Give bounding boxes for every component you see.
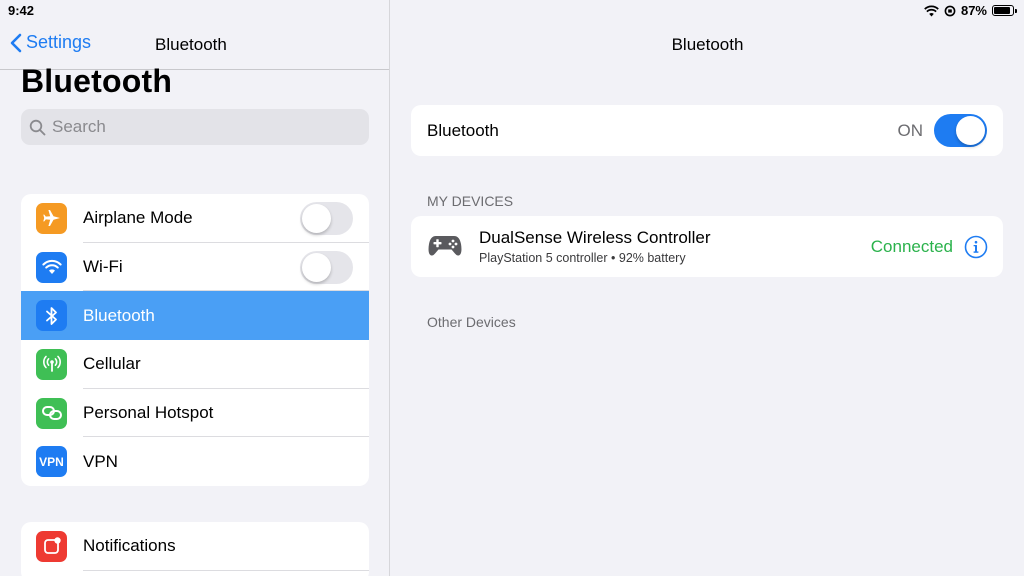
hotspot-link-icon — [36, 397, 67, 429]
bluetooth-toggle-row: Bluetooth ON — [411, 105, 1003, 156]
sidebar-item-label: Airplane Mode — [83, 208, 193, 228]
my-devices-header: My Devices — [427, 193, 514, 209]
status-time: 9:42 — [8, 3, 35, 18]
status-bar: 9:42 87% — [0, 0, 1024, 22]
game-controller-icon — [428, 236, 462, 256]
airplane-icon — [36, 202, 67, 234]
bluetooth-toggle[interactable] — [934, 114, 987, 147]
sidebar-item-notifications[interactable]: Notifications — [21, 522, 369, 571]
sidebar-large-title: Bluetooth — [21, 63, 173, 99]
notifications-icon — [36, 530, 67, 562]
bluetooth-state-text: ON — [897, 120, 924, 140]
sidebar-nav-title: Bluetooth — [155, 35, 227, 54]
other-devices-header: Other Devices — [427, 314, 516, 330]
sidebar-item-cellular[interactable]: Cellular — [21, 340, 369, 389]
sidebar-item-label: Bluetooth — [83, 305, 155, 325]
settings-group-connectivity: Airplane Mode Wi-Fi Bluetooth Cellular P… — [21, 194, 369, 487]
sidebar-item-wifi[interactable]: Wi-Fi — [21, 243, 369, 292]
sidebar-item-label: VPN — [83, 451, 118, 471]
search-icon — [29, 119, 46, 135]
device-row[interactable]: DualSense Wireless Controller PlayStatio… — [411, 216, 1003, 277]
search-field[interactable] — [21, 109, 369, 145]
battery-level — [994, 7, 1010, 14]
airplane-mode-toggle[interactable] — [300, 201, 353, 235]
battery-percent: 87% — [960, 3, 987, 18]
sidebar-item-label: Cellular — [83, 354, 141, 374]
sidebar-item-label: Notifications — [83, 536, 176, 556]
vpn-icon: VPN — [36, 446, 67, 478]
settings-sidebar: Settings Bluetooth Bluetooth Airplane Mo… — [0, 0, 390, 576]
sidebar-item-label: Wi-Fi — [83, 257, 123, 277]
bluetooth-icon — [36, 300, 67, 332]
sidebar-item-personal-hotspot[interactable]: Personal Hotspot — [21, 389, 369, 438]
toggle-knob — [302, 252, 331, 282]
wifi-icon — [36, 251, 67, 283]
toggle-knob — [302, 203, 331, 233]
wifi-toggle[interactable] — [300, 250, 353, 284]
wifi-signal-icon — [924, 4, 939, 16]
info-icon[interactable] — [964, 235, 988, 259]
back-button-label: Settings — [26, 32, 92, 52]
device-status: Connected — [870, 237, 953, 256]
settings-group-notifications: Notifications — [21, 522, 369, 576]
toggle-knob — [956, 116, 985, 145]
device-name: DualSense Wireless Controller — [479, 228, 711, 247]
sidebar-item-bluetooth[interactable]: Bluetooth — [21, 291, 369, 341]
sidebar-item-airplane-mode[interactable]: Airplane Mode — [21, 194, 369, 243]
back-button[interactable]: Settings — [10, 32, 91, 53]
cellular-antenna-icon — [36, 348, 67, 380]
bluetooth-detail-pane: Bluetooth Bluetooth ON My Devices DualSe… — [391, 0, 1024, 576]
chevron-left-icon — [10, 33, 22, 52]
sidebar-item-vpn[interactable]: VPN VPN — [21, 437, 369, 486]
status-indicators: 87% — [924, 3, 1017, 18]
battery-icon — [992, 5, 1017, 16]
detail-title: Bluetooth — [671, 35, 744, 54]
search-input[interactable] — [52, 117, 352, 137]
sidebar-item-label: Personal Hotspot — [83, 403, 214, 423]
orientation-lock-icon — [944, 5, 956, 16]
row-divider — [83, 569, 369, 571]
bluetooth-row-label: Bluetooth — [427, 120, 499, 140]
device-subtitle: PlayStation 5 controller • 92% battery — [479, 251, 686, 265]
